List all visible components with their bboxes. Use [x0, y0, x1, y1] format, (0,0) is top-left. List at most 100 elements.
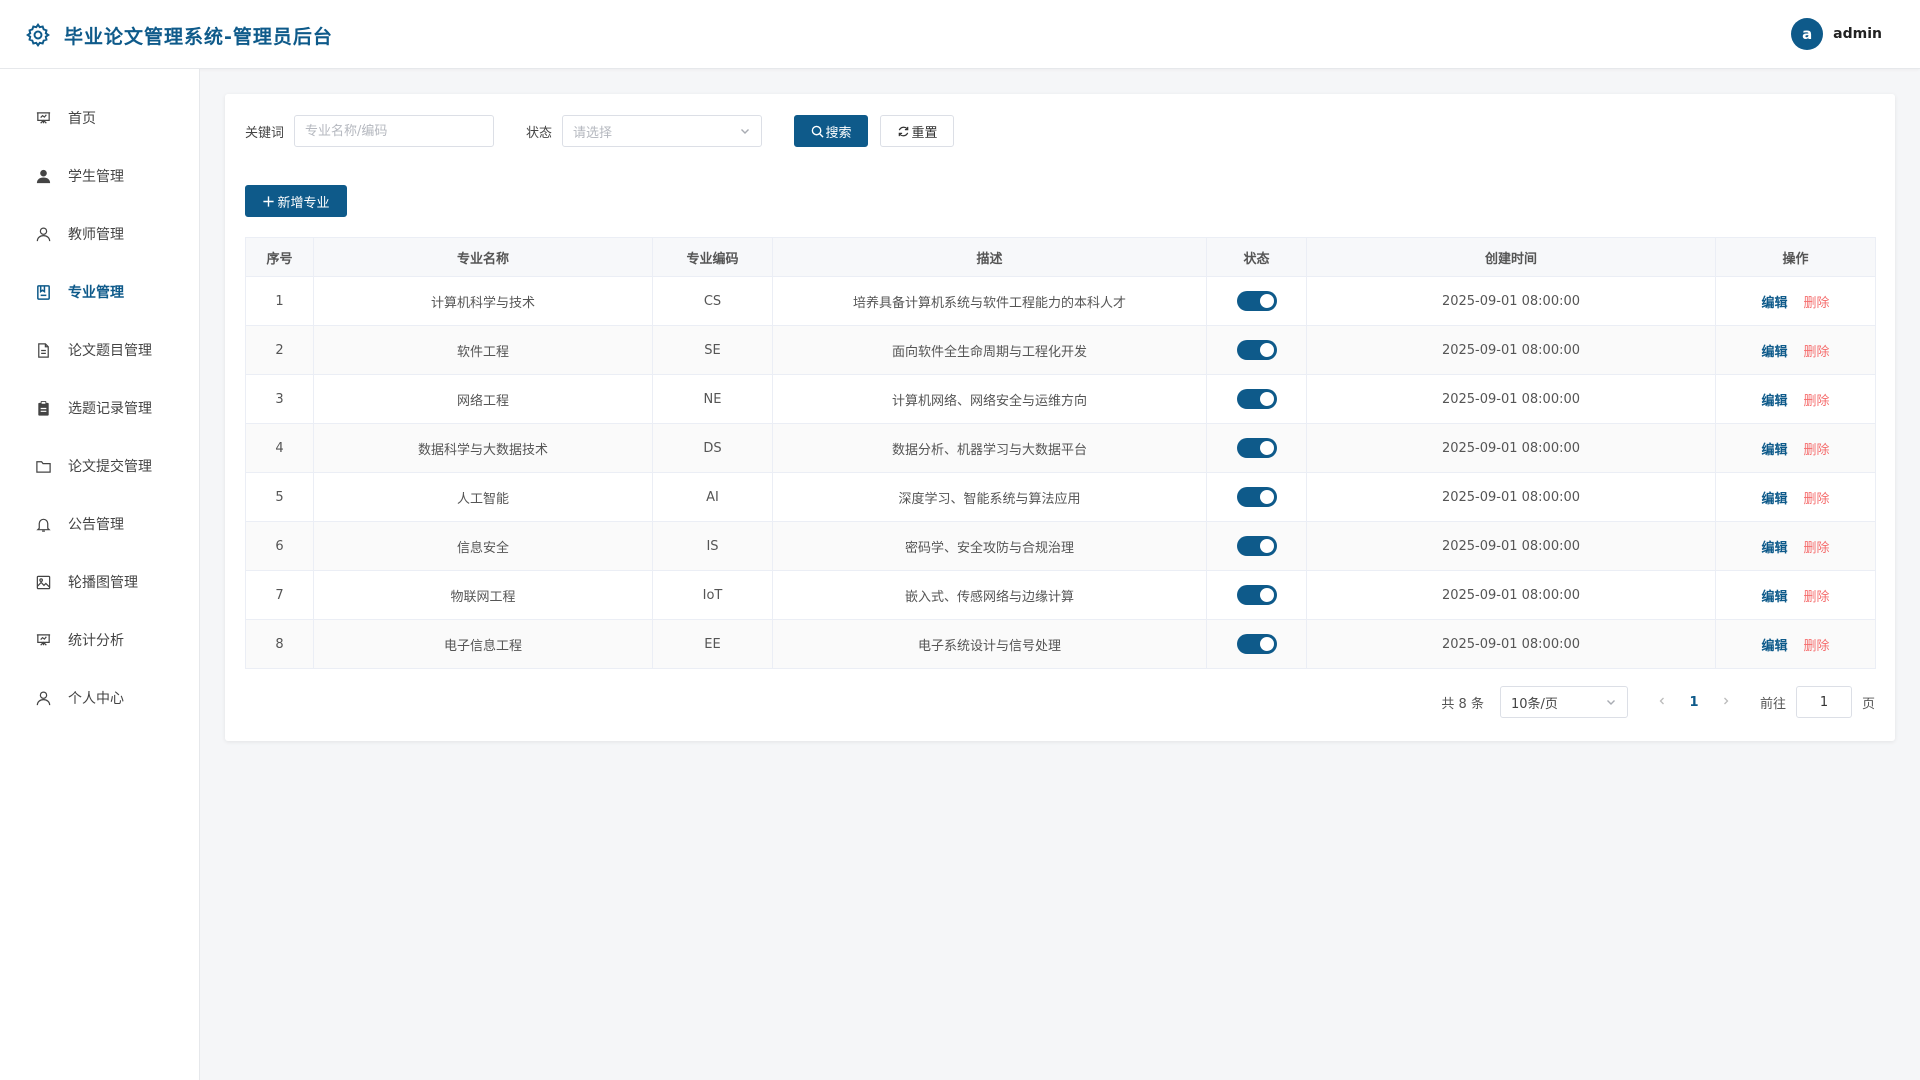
- add-major-button[interactable]: 新增专业: [245, 185, 347, 217]
- cell-index: 1: [245, 276, 314, 326]
- status-toggle[interactable]: [1236, 438, 1277, 458]
- sidebar: 首页 学生管理教师管理专业管理论文题目管理 选题记录管理论文提交管理 公告管理轮播图管…: [0, 69, 200, 1080]
- cell-status: [1206, 374, 1307, 424]
- cell-actions: 编辑 删除: [1715, 570, 1876, 620]
- edit-button[interactable]: 编辑: [1761, 492, 1787, 507]
- status-label: 状态: [526, 125, 553, 141]
- edit-button[interactable]: 编辑: [1761, 296, 1787, 311]
- delete-button[interactable]: 删除: [1804, 639, 1830, 654]
- page-number-current[interactable]: 1: [1674, 695, 1714, 710]
- delete-button[interactable]: 删除: [1804, 443, 1830, 458]
- sidebar-item-label: 公告管理: [68, 517, 124, 533]
- column-header: 状态: [1206, 237, 1307, 277]
- delete-button[interactable]: 删除: [1804, 541, 1830, 556]
- toggle-knob: [1259, 441, 1274, 455]
- edit-button[interactable]: 编辑: [1761, 345, 1787, 360]
- status-toggle[interactable]: [1236, 634, 1277, 654]
- delete-button[interactable]: 删除: [1804, 590, 1830, 605]
- page-size-select[interactable]: 10条/页: [1499, 686, 1628, 718]
- delete-button[interactable]: 删除: [1804, 345, 1830, 360]
- status-toggle[interactable]: [1236, 585, 1277, 605]
- pagination: 共 8 条 10条/页 1 前往 页: [1441, 686, 1875, 718]
- reset-button-label: 重置: [911, 125, 938, 141]
- reset-button[interactable]: 重置: [880, 115, 955, 147]
- cell-major-code: CS: [652, 276, 773, 326]
- cell-major-name: 数据科学与大数据技术: [313, 423, 653, 473]
- cell-status: [1206, 423, 1307, 473]
- edit-button[interactable]: 编辑: [1761, 443, 1787, 458]
- status-toggle[interactable]: [1236, 340, 1277, 360]
- presentation-icon: [34, 109, 52, 127]
- column-header: 序号: [245, 237, 314, 277]
- folder-icon: [34, 457, 52, 475]
- sidebar-item-8[interactable]: 轮播图管理: [0, 553, 199, 611]
- cell-major-code: IoT: [652, 570, 773, 620]
- cell-status: [1206, 521, 1307, 571]
- majors-table: 序号 专业名称 专业编码 描述 状态 创建时间 操作 1 计算机科学与技术 CS 培养具备计算机系…: [245, 237, 1876, 669]
- cell-status: [1206, 276, 1307, 326]
- keyword-input[interactable]: [294, 115, 495, 147]
- search-button[interactable]: 搜索: [794, 115, 869, 147]
- table-row: 7 物联网工程 IoT 嵌入式、传感网络与边缘计算 2025-09-01 08:00:0…: [245, 570, 1876, 620]
- username[interactable]: admin: [1833, 26, 1882, 42]
- status-select[interactable]: 请选择: [562, 115, 763, 147]
- toggle-knob: [1259, 490, 1274, 504]
- cell-major-code: DS: [652, 423, 773, 473]
- user-menu[interactable]: a admin: [1791, 18, 1882, 50]
- cell-major-code: AI: [652, 472, 773, 522]
- user-filled-icon: [34, 167, 52, 185]
- sidebar-item-3[interactable]: 专业管理: [0, 263, 199, 321]
- chevron-down-icon: [1606, 700, 1615, 705]
- edit-button[interactable]: 编辑: [1761, 590, 1787, 605]
- delete-button[interactable]: 删除: [1804, 394, 1830, 409]
- status-toggle[interactable]: [1236, 389, 1277, 409]
- cell-index: 8: [245, 619, 314, 669]
- document-icon: [34, 341, 52, 359]
- table-row: 3 网络工程 NE 计算机网络、网络安全与运维方向 2025-09-01 08:00:0…: [245, 374, 1876, 424]
- sidebar-item-5[interactable]: 选题记录管理: [0, 379, 199, 437]
- sidebar-item-label: 论文提交管理: [68, 459, 152, 475]
- sidebar-item-9[interactable]: 统计分析: [0, 611, 199, 669]
- sidebar-item-10[interactable]: 个人中心: [0, 669, 199, 727]
- sidebar-item-7[interactable]: 公告管理: [0, 495, 199, 553]
- table-row: 8 电子信息工程 EE 电子系统设计与信号处理 2025-09-01 08:00:00 编…: [245, 619, 1876, 669]
- next-page-button[interactable]: [1714, 695, 1738, 710]
- sidebar-item-label: 教师管理: [68, 227, 124, 243]
- cell-description: 电子系统设计与信号处理: [772, 619, 1207, 669]
- user-outline-icon: [34, 689, 52, 707]
- sidebar-item-0[interactable]: 首页: [0, 89, 199, 147]
- cell-description: 嵌入式、传感网络与边缘计算: [772, 570, 1207, 620]
- sidebar-item-4[interactable]: 论文题目管理: [0, 321, 199, 379]
- cell-description: 深度学习、智能系统与算法应用: [772, 472, 1207, 522]
- delete-button[interactable]: 删除: [1804, 296, 1830, 311]
- prev-page-button[interactable]: [1650, 695, 1674, 710]
- goto-suffix: 页: [1861, 696, 1875, 712]
- delete-button[interactable]: 删除: [1804, 492, 1830, 507]
- column-header: 专业编码: [652, 237, 773, 277]
- sidebar-item-label: 专业管理: [68, 285, 124, 301]
- cell-index: 4: [245, 423, 314, 473]
- top-header: 毕业论文管理系统-管理员后台 a admin: [0, 0, 1920, 69]
- cell-actions: 编辑 删除: [1715, 521, 1876, 571]
- edit-button[interactable]: 编辑: [1761, 541, 1787, 556]
- status-toggle[interactable]: [1236, 487, 1277, 507]
- sidebar-item-6[interactable]: 论文提交管理: [0, 437, 199, 495]
- chevron-down-icon: [741, 129, 750, 134]
- clipboard-icon: [34, 399, 52, 417]
- bell-icon: [34, 515, 52, 533]
- sidebar-item-2[interactable]: 教师管理: [0, 205, 199, 263]
- status-toggle[interactable]: [1236, 291, 1277, 311]
- status-select-placeholder: 请选择: [573, 125, 613, 141]
- sidebar-item-1[interactable]: 学生管理: [0, 147, 199, 205]
- cell-actions: 编辑 删除: [1715, 619, 1876, 669]
- edit-button[interactable]: 编辑: [1761, 394, 1787, 409]
- goto-page-input[interactable]: [1795, 686, 1852, 718]
- avatar[interactable]: a: [1791, 18, 1824, 50]
- column-header: 描述: [772, 237, 1207, 277]
- cell-index: 5: [245, 472, 314, 522]
- column-header: 专业名称: [313, 237, 653, 277]
- cell-major-code: EE: [652, 619, 773, 669]
- edit-button[interactable]: 编辑: [1761, 639, 1787, 654]
- status-toggle[interactable]: [1236, 536, 1277, 556]
- plus-icon: [263, 195, 275, 207]
